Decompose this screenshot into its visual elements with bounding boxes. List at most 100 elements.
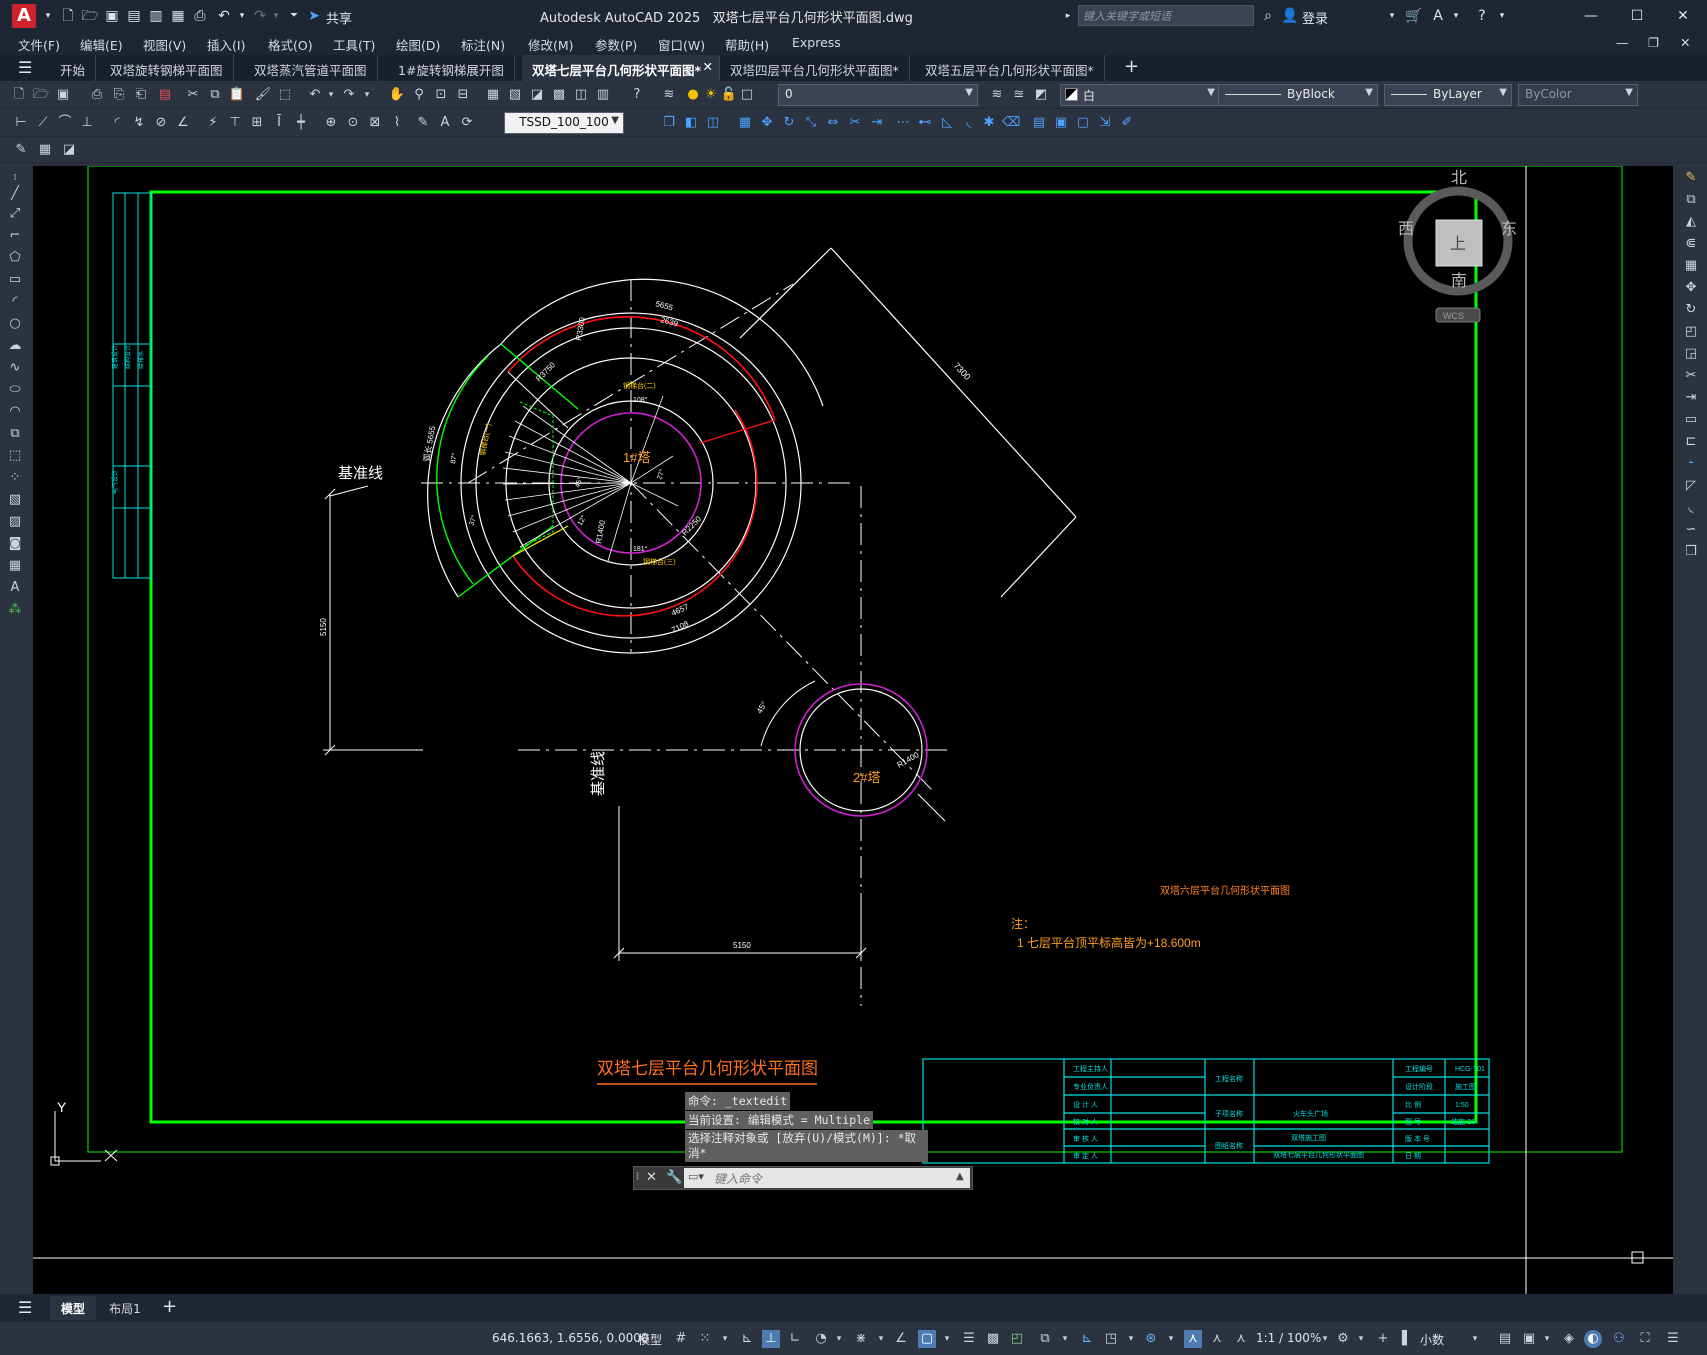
redo-dropdown-icon[interactable]: ▾ — [358, 86, 376, 104]
menu-insert[interactable]: 插入(I) — [207, 35, 245, 54]
arc-icon[interactable]: ◜ — [6, 293, 24, 311]
join-icon[interactable]: ⊷ — [916, 114, 934, 132]
aligned-dim-icon[interactable]: ⟋ — [34, 114, 52, 132]
redo-icon[interactable]: ↷ — [340, 86, 358, 104]
extend-icon[interactable]: ⇥ — [1682, 389, 1700, 407]
undo-dropdown-icon[interactable]: ▾ — [232, 6, 252, 26]
lightbulb-icon[interactable]: ● — [684, 86, 702, 104]
ungroup-icon[interactable]: ▢ — [1074, 114, 1092, 132]
login-dropdown-icon[interactable]: ▾ — [1382, 6, 1402, 26]
inspection-icon[interactable]: ⊠ — [366, 114, 384, 132]
plot-preview-icon[interactable]: ⎘ — [110, 86, 128, 104]
units-dropdown-icon[interactable]: ▾ — [1466, 1330, 1484, 1348]
pan-icon[interactable]: ✋ — [388, 86, 406, 104]
lock-dropdown-icon[interactable]: ▾ — [1538, 1330, 1556, 1348]
coordinates-readout[interactable]: 646.1663, 1.6556, 0.0000 — [492, 1331, 649, 1345]
gradient-icon[interactable]: ▨ — [6, 513, 24, 531]
point-icon[interactable]: ⁘ — [6, 469, 24, 487]
help-dropdown-icon[interactable]: ▾ — [1492, 6, 1512, 26]
cloud-open-icon[interactable]: ▥ — [146, 6, 166, 26]
annotation-scale-value[interactable]: 1:1 / 100% — [1256, 1331, 1321, 1345]
stretch-icon[interactable]: ⇔ — [824, 114, 842, 132]
layer-state-icon[interactable]: ◩ — [1032, 86, 1050, 104]
tab-start[interactable]: 开始 — [50, 55, 97, 81]
auto-scale-icon[interactable]: ⋏ — [1208, 1330, 1226, 1348]
paste-icon[interactable]: 📋 — [228, 86, 246, 104]
make-block-icon[interactable]: ⬚ — [6, 447, 24, 465]
menu-express[interactable]: Express — [792, 35, 841, 50]
lineweight-dropdown[interactable]: ByLayer ▼ — [1384, 84, 1512, 106]
explode-icon[interactable]: ❒ — [1682, 543, 1700, 561]
construction-line-icon[interactable]: ⤢ — [6, 205, 24, 223]
fillet-icon[interactable]: ◟ — [960, 114, 978, 132]
break-at-point-icon[interactable]: ▭ — [1682, 411, 1700, 429]
diameter-dim-icon[interactable]: ⊘ — [152, 114, 170, 132]
doc-restore-icon[interactable]: ❐ — [1648, 35, 1659, 50]
sun-icon[interactable]: ☀ — [702, 86, 720, 104]
sheet-icon[interactable]: ◪ — [60, 141, 78, 159]
fullscreen-icon[interactable]: ⛶ — [1636, 1330, 1654, 1348]
stretch-icon[interactable]: ◲ — [1682, 345, 1700, 363]
sheet-set-icon[interactable]: ▩ — [550, 86, 568, 104]
save-as-icon[interactable]: ▤ — [124, 6, 144, 26]
wrench-icon[interactable]: 🔧 — [666, 1170, 682, 1185]
move-icon[interactable]: ✥ — [758, 114, 776, 132]
tab-fourth-floor[interactable]: 双塔四层平台几何形状平面图* — [720, 55, 910, 81]
polar-tracking-icon[interactable]: ◔ — [812, 1330, 830, 1348]
menu-dimension[interactable]: 标注(N) — [461, 35, 505, 54]
spline-icon[interactable]: ∿ — [6, 359, 24, 377]
dynamic-ucs-icon[interactable]: ⊾ — [1078, 1330, 1096, 1348]
region-icon[interactable]: ◙ — [6, 535, 24, 553]
tab-seventh-floor[interactable]: 双塔七层平台几何形状平面图* ✕ — [522, 55, 720, 81]
erase-icon[interactable]: ✎ — [1682, 169, 1700, 187]
grid-icon[interactable]: # — [672, 1330, 690, 1348]
zoom-previous-icon[interactable]: ⊟ — [454, 86, 472, 104]
copy-icon[interactable]: ⧉ — [1682, 191, 1700, 209]
redo-dropdown-icon[interactable]: ▾ — [266, 6, 286, 26]
model-space-button[interactable]: 模型 — [638, 1331, 662, 1348]
open-icon[interactable]: 🗁 — [32, 86, 50, 104]
ellipse-icon[interactable]: ⬭ — [6, 381, 24, 399]
new-icon[interactable]: 🗋 — [58, 6, 78, 26]
linetype-dropdown[interactable]: ByBlock ▼ — [1218, 84, 1378, 106]
mirror-icon[interactable]: ◭ — [1682, 213, 1700, 231]
polyline-icon[interactable]: ⌐ — [6, 227, 24, 245]
trim-icon[interactable]: ✂ — [1682, 367, 1700, 385]
3d-osnap-icon[interactable]: ⧉ — [1036, 1330, 1054, 1348]
layer-dropdown[interactable]: 0 ▼ — [778, 84, 978, 106]
cut-icon[interactable]: ✂ — [184, 86, 202, 104]
color-dropdown[interactable]: 白 ▼ — [1060, 84, 1220, 106]
menu-view[interactable]: 视图(V) — [143, 35, 186, 54]
trim-icon[interactable]: ✂ — [846, 114, 864, 132]
snap-icon[interactable]: ⁙ — [696, 1330, 714, 1348]
dim-break-icon[interactable]: ┿ — [292, 114, 310, 132]
radius-dim-icon[interactable]: ◜ — [108, 114, 126, 132]
tab-layout1[interactable]: 布局1 — [100, 1296, 150, 1320]
table-icon[interactable]: ▦ — [6, 557, 24, 575]
viewcube-west[interactable]: 西 — [1398, 221, 1414, 238]
help-search-input[interactable]: 键入关键字或短语 — [1078, 5, 1254, 26]
new-tab-plus-icon[interactable]: + — [1124, 56, 1139, 77]
rectangle-icon[interactable]: ▭ — [6, 271, 24, 289]
angular-dim-icon[interactable]: ∠ — [174, 114, 192, 132]
command-input[interactable]: 键入命令 — [684, 1168, 970, 1188]
tab-close-icon[interactable]: ✕ — [703, 59, 713, 74]
properties-icon[interactable]: ▦ — [484, 86, 502, 104]
undo-dropdown-icon[interactable]: ▾ — [322, 86, 340, 104]
osnap-dropdown-icon[interactable]: ▾ — [938, 1330, 956, 1348]
lock-ui-icon[interactable]: ▣ — [1520, 1330, 1538, 1348]
line-icon[interactable]: ╱ — [6, 185, 24, 203]
block-editor-icon[interactable]: ⬚ — [276, 86, 294, 104]
object-snap-icon[interactable]: ▢ — [918, 1330, 936, 1348]
insert-block-icon[interactable]: ⧉ — [6, 425, 24, 443]
open-icon[interactable]: 🗁 — [80, 6, 100, 26]
menu-window[interactable]: 窗口(W) — [658, 35, 705, 54]
chamfer-icon[interactable]: ◺ — [938, 114, 956, 132]
polygon-icon[interactable]: ⬠ — [6, 249, 24, 267]
filter-dropdown-icon[interactable]: ▾ — [1122, 1330, 1140, 1348]
ortho-icon[interactable]: ∟ — [786, 1330, 804, 1348]
close-icon[interactable]: ✕ — [1668, 6, 1698, 26]
viewcube-south[interactable]: 南 — [1451, 272, 1467, 290]
isolate-objects-icon[interactable]: ◈ — [1560, 1330, 1578, 1348]
tab-spiral-stair[interactable]: 双塔旋转钢梯平面图 — [100, 55, 234, 81]
